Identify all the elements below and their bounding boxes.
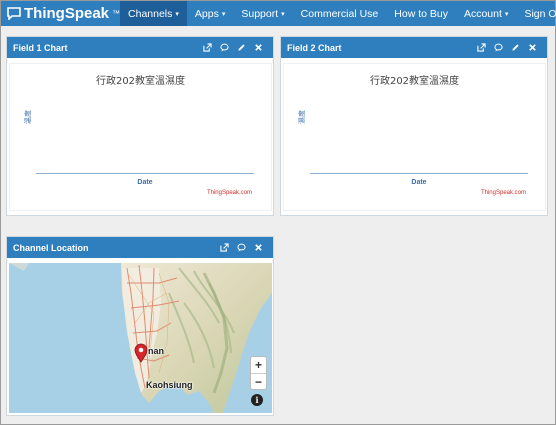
close-icon[interactable] (524, 43, 541, 52)
panel-title: Field 2 Chart (287, 42, 342, 53)
map-label-kaohsiung: Kaohsiung (146, 380, 193, 390)
nav-how-to-buy[interactable]: How to Buy (386, 1, 456, 26)
speech-bubble-icon (7, 7, 21, 20)
map-zoom-control: + − (250, 356, 267, 390)
external-link-icon[interactable] (473, 43, 490, 52)
location-map[interactable]: nan Kaohsiung + − (9, 263, 272, 413)
nav-support-label: Support (241, 7, 279, 20)
nav-sign-out-label: Sign Out (524, 7, 556, 20)
nav-how-to-buy-label: How to Buy (394, 7, 448, 20)
external-link-icon[interactable] (216, 243, 233, 252)
zoom-in-button[interactable]: + (251, 357, 266, 373)
comment-icon[interactable] (216, 43, 233, 52)
comment-icon[interactable] (233, 243, 250, 252)
nav-channels-label: Channels (128, 7, 173, 20)
external-link-icon[interactable] (199, 43, 216, 52)
brand-name: ThingSpeak (24, 5, 110, 22)
field-2-chart-panel: Field 2 Chart 行政202教室溫濕度 濕度 Date ThingSp… (280, 36, 548, 216)
x-axis-line (36, 173, 254, 174)
caret-down-icon: ▾ (221, 10, 226, 18)
nav-commercial-use-label: Commercial Use (300, 7, 379, 20)
info-icon[interactable]: i (251, 394, 263, 406)
nav-apps-label: Apps (194, 7, 219, 20)
pencil-icon[interactable] (233, 43, 250, 52)
caret-down-icon: ▾ (504, 10, 509, 18)
caret-down-icon: ▾ (281, 10, 285, 18)
y-axis-label: 濕度 (298, 110, 306, 124)
nav-commercial-use[interactable]: Commercial Use (293, 1, 387, 26)
zoom-out-button[interactable]: − (251, 373, 266, 389)
panel-header: Field 2 Chart (281, 37, 547, 58)
panel-title: Field 1 Chart (13, 42, 68, 53)
brand-trademark: ™ (112, 9, 121, 18)
chart-title: 行政202教室溫濕度 (369, 76, 460, 87)
chart-title: 行政202教室溫濕度 (95, 76, 186, 87)
x-axis-label: Date (137, 179, 153, 186)
chart-area: 行政202教室溫濕度 溫度 Date ThingSpeak.com (9, 63, 272, 211)
channel-location-panel: Channel Location nan Kaohsiung + − i (6, 236, 274, 416)
panel-title: Channel Location (13, 242, 89, 253)
panel-header: Channel Location (7, 237, 273, 258)
x-axis-line (310, 173, 528, 174)
caret-down-icon: ▾ (175, 10, 179, 18)
nav-account[interactable]: Account ▾ (456, 1, 516, 26)
nav-channels[interactable]: Channels ▾ (120, 1, 187, 26)
nav-account-label: Account (463, 7, 502, 20)
nav-support[interactable]: Support ▾ (233, 1, 292, 26)
field-1-chart-panel: Field 1 Chart 行政202教室溫濕度 溫度 Date ThingSp… (6, 36, 274, 216)
pencil-icon[interactable] (507, 43, 524, 52)
location-pin-icon[interactable] (134, 343, 148, 363)
x-axis-label: Date (411, 179, 427, 186)
panel-header: Field 1 Chart (7, 37, 273, 58)
map-label-tainan: nan (148, 346, 165, 356)
close-icon[interactable] (250, 43, 267, 52)
thingspeak-logo[interactable]: ThingSpeak ™ (1, 1, 120, 26)
comment-icon[interactable] (490, 43, 507, 52)
thingspeak-credit-link[interactable]: ThingSpeak.com (481, 190, 526, 196)
thingspeak-credit-link[interactable]: ThingSpeak.com (207, 190, 252, 196)
nav-sign-out[interactable]: Sign Out (516, 1, 556, 26)
top-navbar: ThingSpeak ™ Channels ▾ Apps ▾ Support ▾ … (1, 1, 556, 26)
y-axis-label: 溫度 (24, 110, 32, 124)
nav-apps[interactable]: Apps ▾ (187, 1, 233, 26)
close-icon[interactable] (250, 243, 267, 252)
chart-area: 行政202教室溫濕度 濕度 Date ThingSpeak.com (283, 63, 546, 211)
map-terrain (9, 263, 272, 413)
